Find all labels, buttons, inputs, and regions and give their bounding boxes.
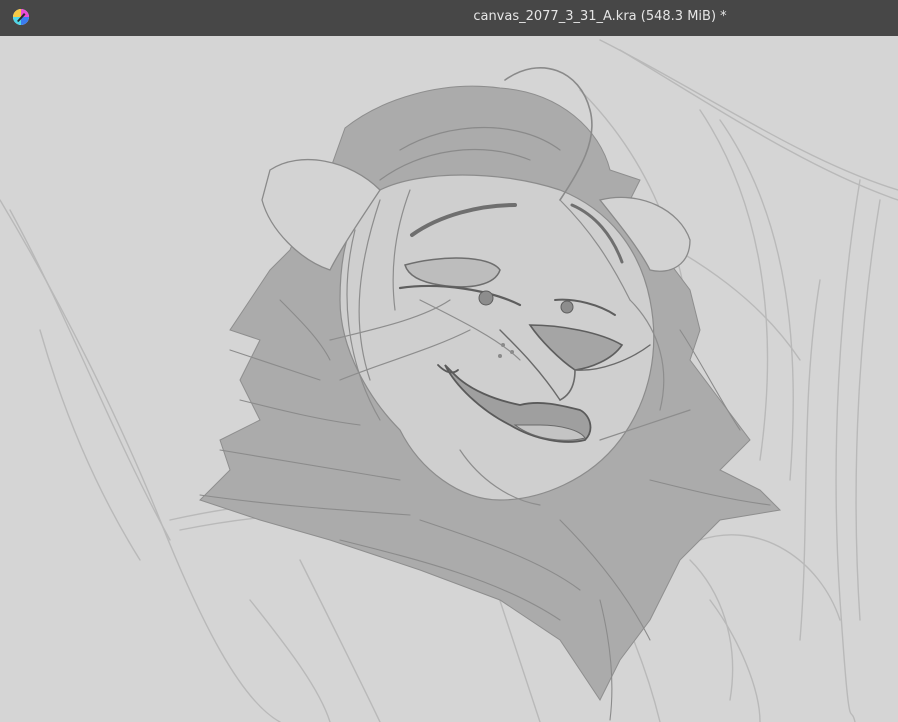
title-bar[interactable]: canvas_2077_3_31_A.kra (548.3 MiB) *: [0, 0, 898, 36]
krita-logo-icon[interactable]: [12, 8, 30, 26]
drawing-canvas[interactable]: [0, 36, 898, 722]
sketch-artwork: [0, 39, 898, 722]
window-title: canvas_2077_3_31_A.kra (548.3 MiB) *: [473, 9, 727, 24]
krita-window: canvas_2077_3_31_A.kra (548.3 MiB) *: [0, 0, 898, 722]
